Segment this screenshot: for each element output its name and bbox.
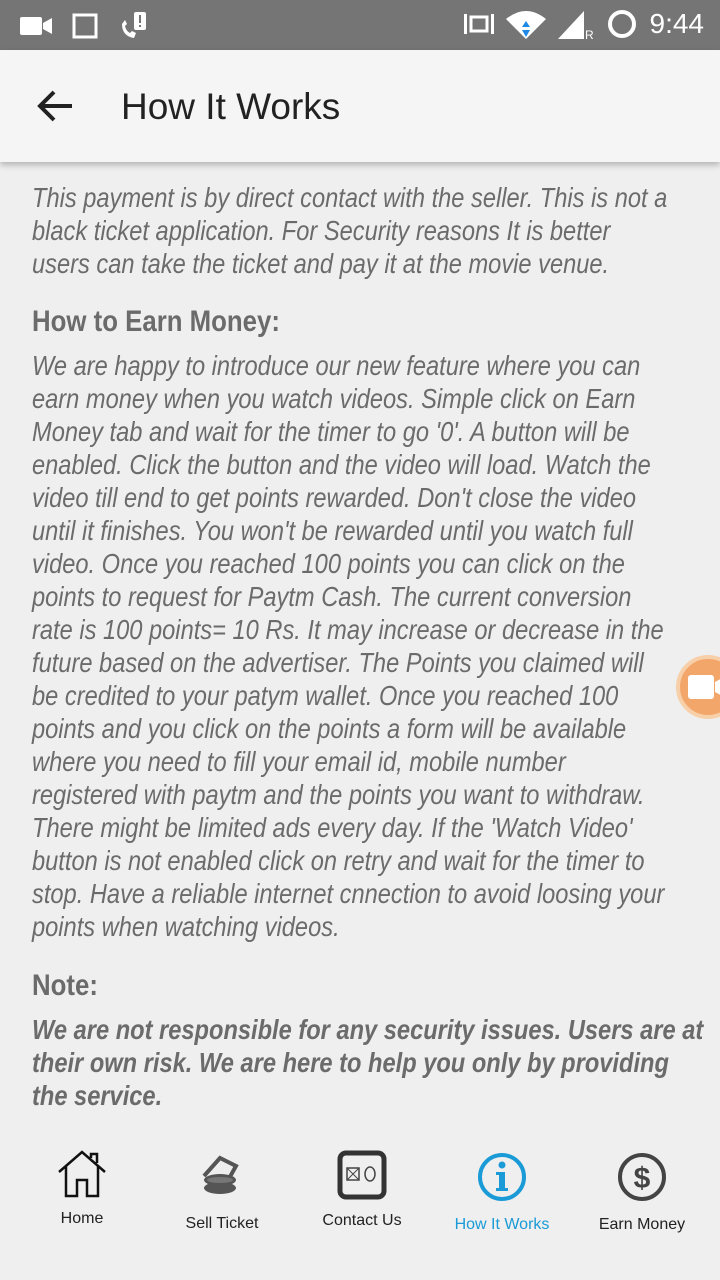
text-line: where you need to fill your email id, mo… — [32, 746, 566, 777]
page-title: How It Works — [121, 86, 341, 127]
nav-label: Earn Money — [598, 1216, 686, 1233]
text-line: video till end to get points rewarded. D… — [32, 482, 637, 513]
missed-call-icon — [122, 12, 146, 38]
nav-home[interactable]: Home — [12, 1150, 152, 1228]
text-line: We are not responsible for any security … — [32, 1014, 704, 1045]
video-icon — [20, 17, 52, 35]
wifi-icon — [505, 11, 546, 39]
nav-sell-ticket[interactable]: Sell Ticket — [152, 1150, 292, 1232]
note-heading: Note: — [32, 969, 98, 1002]
text-line: enabled. Click the button and the video … — [32, 449, 651, 480]
earn-heading: How to Earn Money: — [32, 305, 280, 338]
back-arrow-icon[interactable] — [36, 86, 76, 126]
text-line: We are happy to introduce our new featur… — [32, 350, 641, 381]
text-line: earn money when you watch videos. Simple… — [32, 383, 636, 414]
text-line: be credited to your patym wallet. Once y… — [32, 680, 619, 711]
battery-ring-icon — [607, 10, 636, 38]
text-line: This payment is by direct contact with t… — [32, 182, 668, 213]
text-line: points when watching videos. — [32, 911, 340, 942]
nav-how-it-works[interactable]: How It Works — [432, 1150, 572, 1234]
signal-roaming-icon: R — [557, 11, 594, 39]
svg-text:$: $ — [634, 1162, 651, 1195]
nav-label: Home — [60, 1210, 104, 1227]
dollar-icon: $ — [618, 1153, 666, 1201]
text-line: black ticket application. For Security r… — [32, 215, 611, 246]
text-line: points and you click on the points a for… — [32, 713, 627, 744]
app-bar: How It Works — [0, 50, 720, 162]
text-line: their own risk. We are here to help you … — [32, 1047, 669, 1078]
text-line: rate is 100 points= 10 Rs. It may increa… — [32, 614, 664, 645]
text-line: registered with paytm and the points you… — [32, 779, 645, 810]
text-line: button is not enabled click on retry and… — [32, 845, 645, 876]
text-line: until it finishes. You won't be rewarded… — [32, 515, 633, 546]
clock: 9:44 — [649, 8, 705, 39]
vibrate-icon — [463, 14, 494, 34]
home-icon — [58, 1150, 106, 1198]
contact-icon — [337, 1150, 387, 1200]
text-line: stop. Have a reliable internet cnnection… — [32, 878, 665, 909]
nav-contact-us[interactable]: Contact Us — [292, 1150, 432, 1230]
ticket-coins-icon — [202, 1155, 239, 1194]
bottom-navigation: Home Sell Ticket Contact Us How It Works… — [0, 1140, 720, 1280]
nav-label: How It Works — [454, 1216, 550, 1233]
svg-text:R: R — [585, 28, 594, 39]
video-icon — [688, 675, 720, 699]
nav-label: Sell Ticket — [185, 1215, 259, 1232]
tablet-icon — [72, 13, 98, 39]
text-line: video. Once you reached 100 points you c… — [32, 548, 625, 579]
text-line: points to request for Paytm Cash. The cu… — [32, 581, 632, 612]
text-line: Money tab and wait for the timer to go '… — [32, 416, 630, 447]
nav-earn-money[interactable]: $ Earn Money — [572, 1150, 712, 1234]
text-line: the service. — [32, 1080, 163, 1111]
status-bar: R 9:44 — [0, 0, 720, 50]
text-line: There might be limited ads every day. If… — [32, 812, 633, 843]
content-scroll[interactable]: This payment is by direct contact with t… — [0, 162, 720, 1130]
nav-label: Contact Us — [322, 1212, 402, 1229]
text-line: future based on the advertiser. The Poin… — [32, 647, 644, 678]
info-icon — [478, 1153, 526, 1201]
text-line: users can take the ticket and pay it at … — [32, 248, 610, 279]
